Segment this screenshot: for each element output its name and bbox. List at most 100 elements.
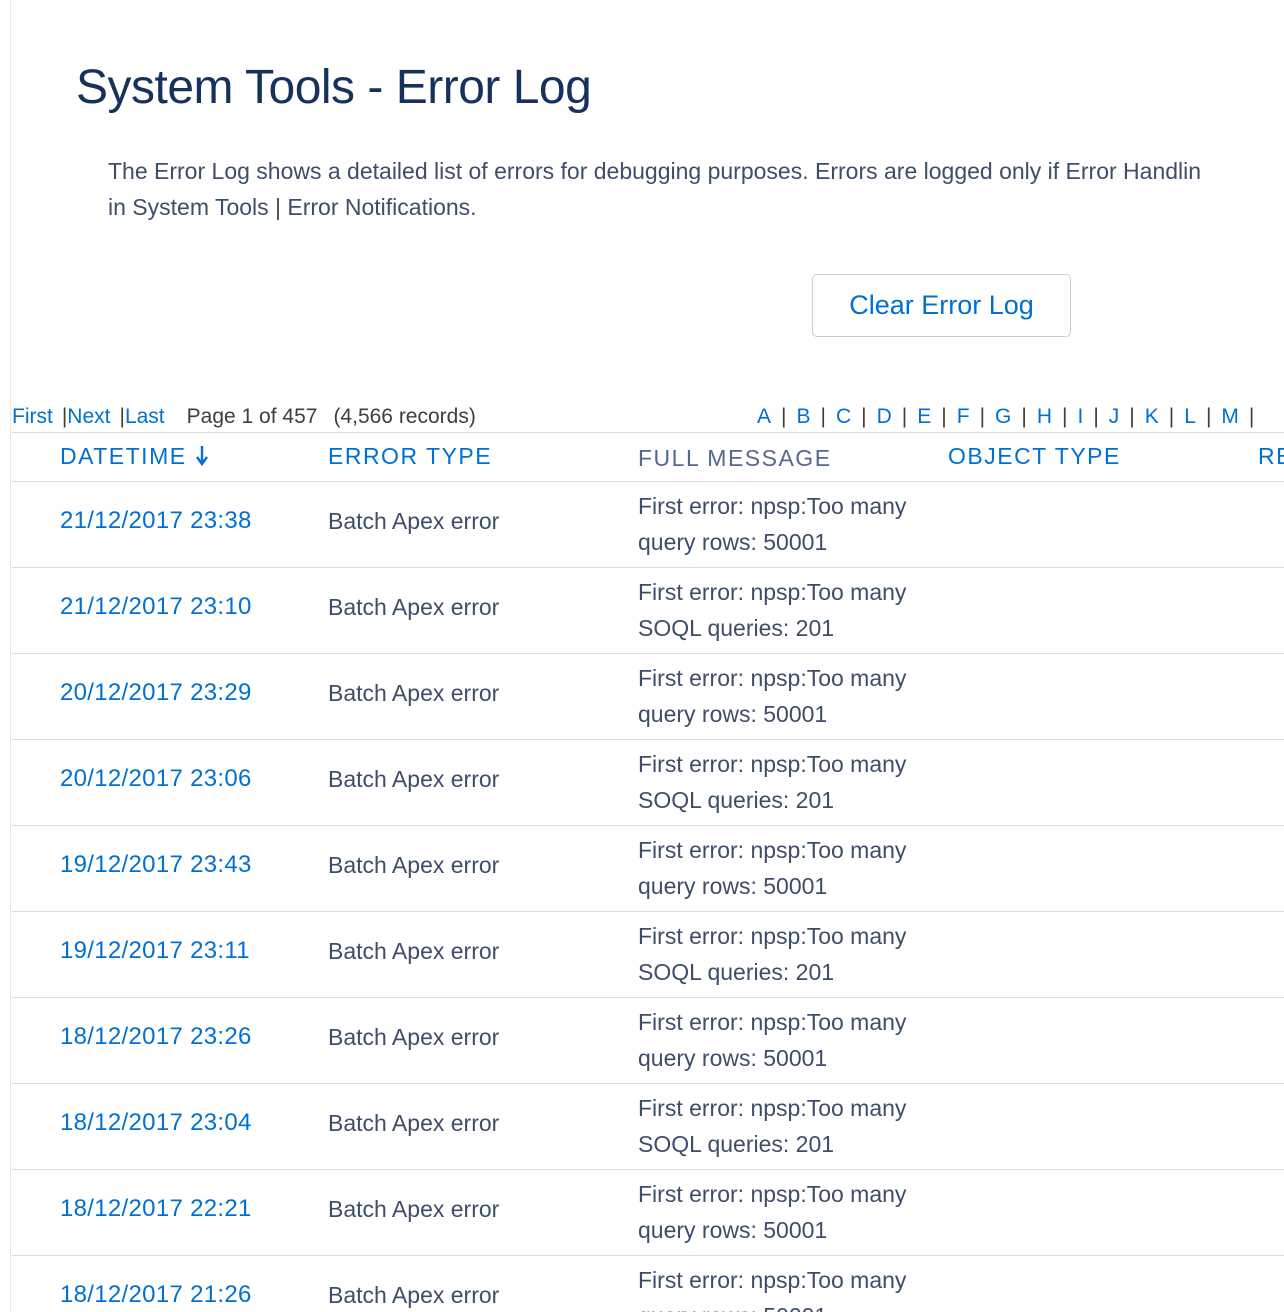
column-header-full-message: FULL MESSAGE — [638, 445, 832, 471]
alphabet-separator: | — [861, 405, 867, 428]
row-message-line-2: SOQL queries: 201 — [638, 615, 835, 641]
alphabet-filter-h[interactable]: H — [1034, 402, 1055, 432]
pager-last-link[interactable]: Last — [125, 405, 165, 428]
row-full-message: First error: npsp:Too many SOQL queries: … — [638, 574, 958, 646]
page-left-border — [10, 0, 11, 1312]
column-header-datetime-label: DATETIME — [60, 443, 187, 470]
column-header-object-type[interactable]: OBJECT TYPE — [948, 443, 1121, 470]
alphabet-filter-d[interactable]: D — [874, 402, 895, 432]
row-full-message: First error: npsp:Too many query rows: 50… — [638, 660, 958, 732]
alphabet-separator: | — [1021, 405, 1027, 428]
row-message-line-2: query rows: 50001 — [638, 873, 828, 899]
row-datetime-link[interactable]: 21/12/2017 23:38 — [60, 507, 252, 535]
table-row: 20/12/2017 23:29 Batch Apex error First er… — [12, 654, 1284, 740]
row-message-line-1: First error: npsp:Too many — [638, 1267, 907, 1293]
table-row: 20/12/2017 23:06 Batch Apex error First er… — [12, 740, 1284, 826]
record-count: (4,566 records) — [333, 405, 476, 428]
row-message-line-1: First error: npsp:Too many — [638, 1009, 907, 1035]
alphabet-separator: | — [901, 405, 908, 428]
pager-next-link[interactable]: Next — [67, 405, 110, 428]
alphabet-filter-i[interactable]: I — [1074, 402, 1086, 432]
row-datetime-link[interactable]: 20/12/2017 23:06 — [60, 765, 252, 793]
row-full-message: First error: npsp:Too many query rows: 50… — [638, 1176, 958, 1248]
row-datetime-link[interactable]: 18/12/2017 22:21 — [60, 1195, 252, 1223]
alphabet-separator: | — [1093, 405, 1099, 428]
alphabet-separator: | — [820, 405, 826, 428]
alphabet-separator: | — [941, 405, 947, 428]
page-title: System Tools - Error Log — [76, 61, 592, 114]
description-line-1: The Error Log shows a detailed list of e… — [108, 158, 1202, 184]
row-message-line-1: First error: npsp:Too many — [638, 579, 907, 605]
alphabet-separator: | — [1129, 405, 1135, 428]
alphabet-filter-k[interactable]: K — [1142, 402, 1162, 432]
alphabet-filter-l[interactable]: L — [1181, 402, 1199, 432]
row-message-line-1: First error: npsp:Too many — [638, 751, 907, 777]
pager-first-link[interactable]: First — [12, 405, 53, 428]
alphabet-separator: | — [1062, 405, 1068, 428]
row-datetime-link[interactable]: 21/12/2017 23:10 — [60, 593, 252, 621]
column-header-error-type[interactable]: ERROR TYPE — [328, 443, 492, 470]
row-full-message: First error: npsp:Too many SOQL queries: … — [638, 1090, 958, 1162]
row-datetime-link[interactable]: 20/12/2017 23:29 — [60, 679, 252, 707]
row-datetime-link[interactable]: 18/12/2017 21:26 — [60, 1281, 252, 1309]
alphabet-separator: | — [1205, 405, 1212, 428]
row-message-line-2: SOQL queries: 201 — [638, 1131, 835, 1157]
alphabet-separator: | — [1248, 405, 1255, 428]
table-row: 18/12/2017 21:26 Batch Apex error First er… — [12, 1256, 1284, 1312]
alphabet-filter-b[interactable]: B — [793, 402, 813, 432]
alphabet-separator: | — [781, 405, 787, 428]
alphabet-filter-g[interactable]: G — [992, 402, 1014, 432]
error-log-table: DATETIME ERROR TYPE FULL MESSAGE OBJECT … — [12, 432, 1284, 1312]
column-header-datetime[interactable]: DATETIME — [60, 443, 209, 473]
alphabet-filter-a[interactable]: A — [754, 402, 774, 432]
table-row: 21/12/2017 23:38 Batch Apex error First er… — [12, 482, 1284, 568]
row-error-type: Batch Apex error — [328, 680, 500, 706]
clear-error-log-button[interactable]: Clear Error Log — [812, 274, 1071, 337]
row-message-line-2: query rows: 50001 — [638, 1298, 958, 1312]
column-header-record[interactable]: RE — [1258, 443, 1284, 470]
row-full-message: First error: npsp:Too many query rows: 50… — [638, 1004, 958, 1076]
row-error-type: Batch Apex error — [328, 852, 500, 878]
row-full-message: First error: npsp:Too many SOQL queries: … — [638, 918, 958, 990]
pagination: First |Next |Last Page 1 of 457 (4,566 recor… — [12, 402, 476, 432]
page-description: The Error Log shows a detailed list of e… — [108, 153, 1284, 233]
row-full-message: First error: npsp:Too many SOQL queries: … — [638, 746, 958, 818]
row-error-type: Batch Apex error — [328, 508, 500, 534]
row-message-line-1: First error: npsp:Too many — [638, 1181, 907, 1207]
row-datetime-link[interactable]: 18/12/2017 23:26 — [60, 1023, 252, 1051]
row-error-type: Batch Apex error — [328, 938, 500, 964]
alphabet-filter-e[interactable]: E — [914, 402, 934, 432]
row-message-line-2: SOQL queries: 201 — [638, 959, 835, 985]
row-error-type: Batch Apex error — [328, 594, 500, 620]
row-message-line-1: First error: npsp:Too many — [638, 923, 907, 949]
alphabet-filter-m[interactable]: M — [1218, 402, 1242, 432]
row-error-type: Batch Apex error — [328, 1110, 500, 1136]
row-message-line-2: query rows: 50001 — [638, 529, 828, 555]
row-message-line-2: query rows: 50001 — [638, 1217, 828, 1243]
row-message-line-1: First error: npsp:Too many — [638, 837, 907, 863]
alphabet-filter-f[interactable]: F — [954, 402, 973, 432]
row-full-message: First error: npsp:Too many query rows: 50… — [638, 1262, 958, 1312]
row-message-line-1: First error: npsp:Too many — [638, 665, 907, 691]
table-header: DATETIME ERROR TYPE FULL MESSAGE OBJECT … — [12, 432, 1284, 482]
arrow-down-icon — [195, 443, 209, 473]
row-error-type: Batch Apex error — [328, 1024, 500, 1050]
row-error-type: Batch Apex error — [328, 1282, 500, 1308]
row-datetime-link[interactable]: 19/12/2017 23:11 — [60, 937, 250, 965]
table-row: 19/12/2017 23:11 Batch Apex error First er… — [12, 912, 1284, 998]
table-row: 18/12/2017 23:04 Batch Apex error First er… — [12, 1084, 1284, 1170]
page-info: Page 1 of 457 — [186, 405, 318, 428]
alphabet-filter-c[interactable]: C — [833, 402, 854, 432]
description-line-2: in System Tools | Error Notifications. — [108, 194, 477, 220]
row-message-line-1: First error: npsp:Too many — [638, 1095, 907, 1121]
row-message-line-2: query rows: 50001 — [638, 1045, 828, 1071]
row-error-type: Batch Apex error — [328, 1196, 500, 1222]
row-full-message: First error: npsp:Too many query rows: 50… — [638, 832, 958, 904]
alphabet-filter-j[interactable]: J — [1106, 402, 1123, 432]
row-datetime-link[interactable]: 19/12/2017 23:43 — [60, 851, 252, 879]
row-full-message: First error: npsp:Too many query rows: 50… — [638, 488, 958, 560]
alphabet-filter: A | B | C | D | E | F | G | H | I | J | K | L | M | — [754, 402, 1261, 432]
row-message-line-2: query rows: 50001 — [638, 701, 828, 727]
table-row: 18/12/2017 22:21 Batch Apex error First er… — [12, 1170, 1284, 1256]
row-datetime-link[interactable]: 18/12/2017 23:04 — [60, 1109, 252, 1137]
